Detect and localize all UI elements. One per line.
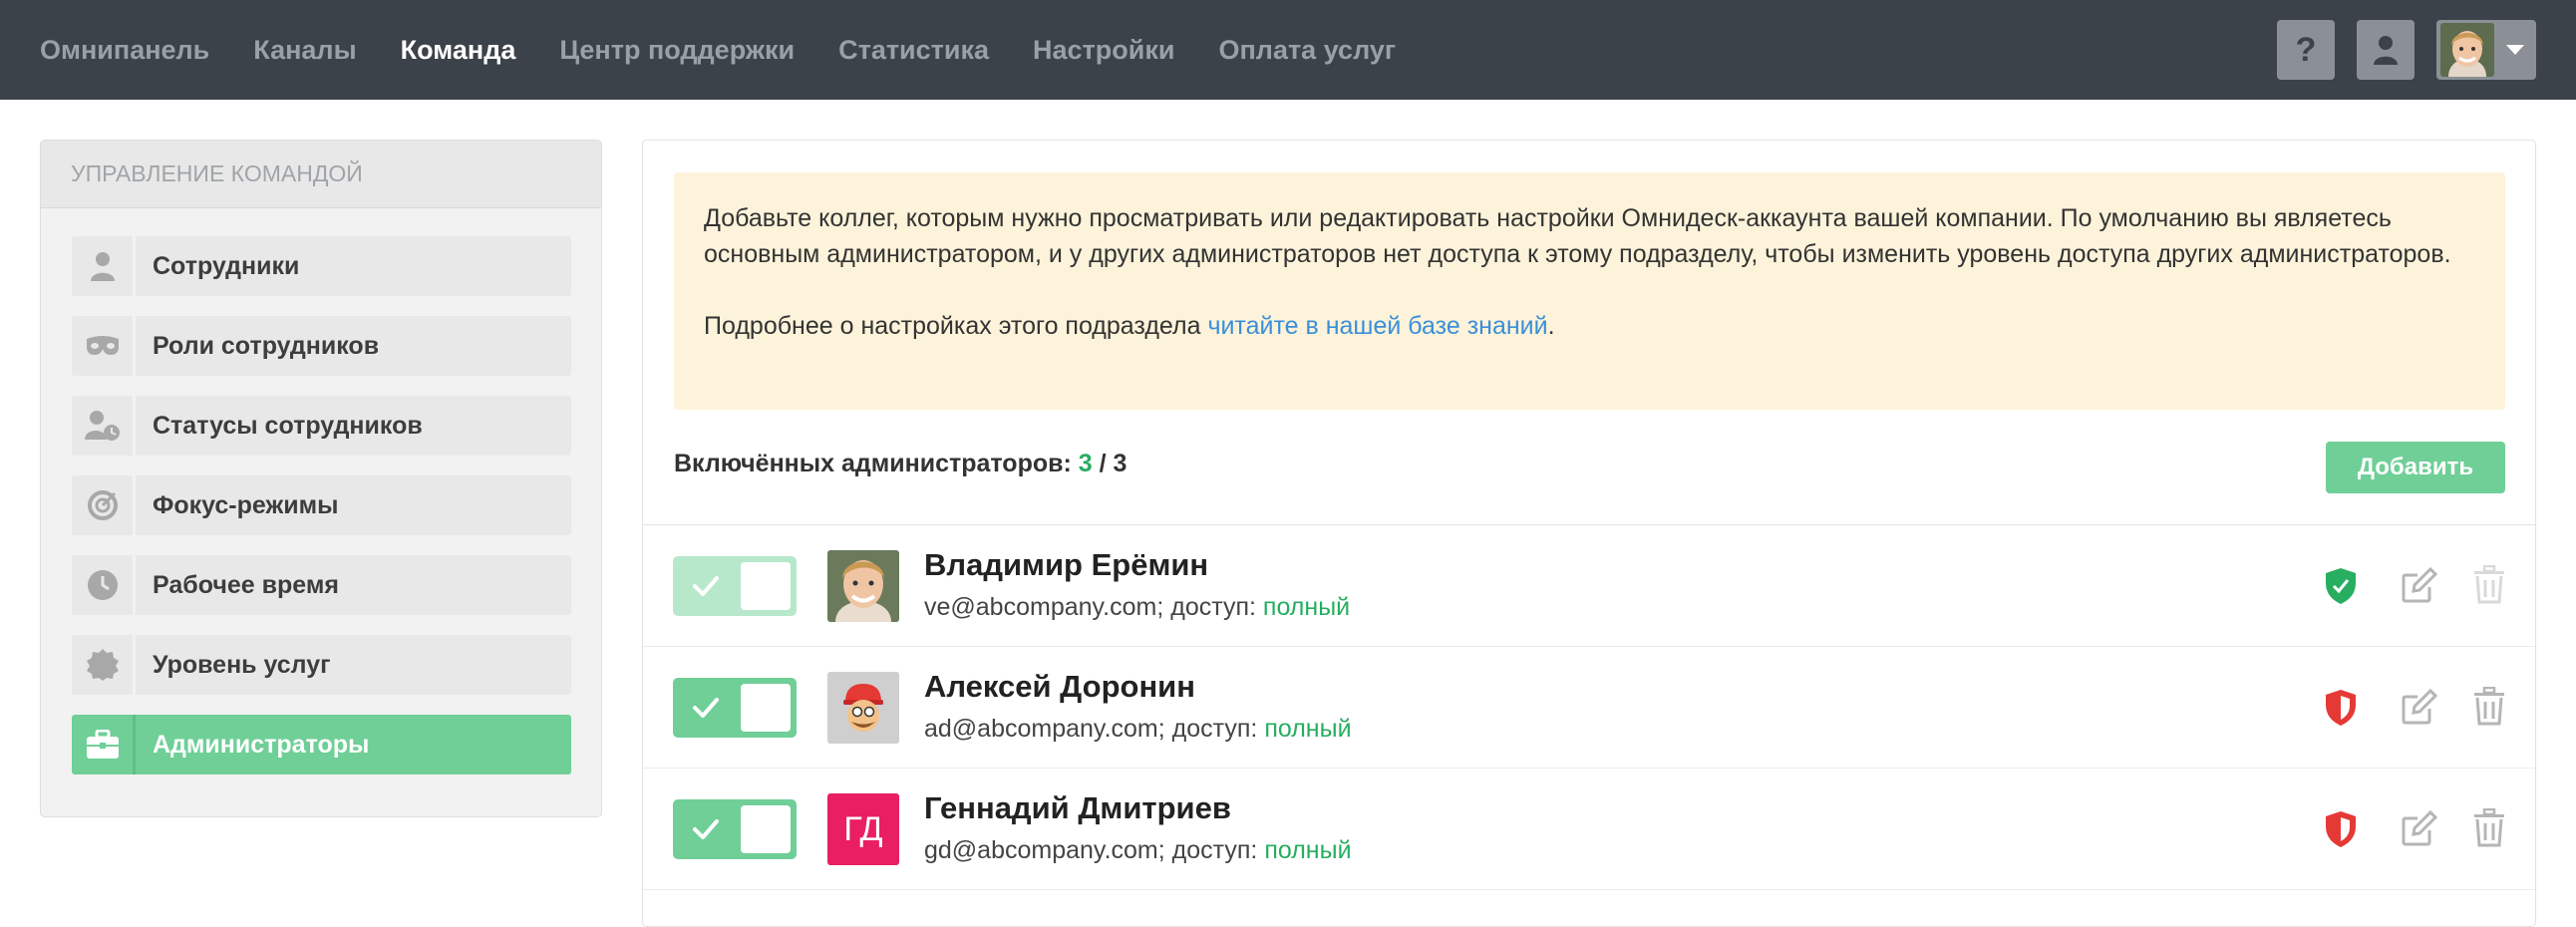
counter-enabled: 3 xyxy=(1078,450,1093,477)
admin-meta: ad@abcompany.com; доступ: полный xyxy=(924,715,1352,744)
toggle-knob xyxy=(741,562,791,610)
trash-icon[interactable] xyxy=(2472,808,2506,848)
admin-access: полный xyxy=(1262,593,1351,621)
sidebar-item-label: Администраторы xyxy=(153,730,370,759)
sidebar-item-label: Сотрудники xyxy=(153,251,300,280)
shield-half-icon[interactable] xyxy=(2324,810,2358,848)
counter-label: Включённых администраторов: xyxy=(674,450,1072,477)
sidebar-item-working-hours[interactable]: Рабочее время xyxy=(72,555,571,615)
notice-more-prefix: Подробнее о настройках этого подраздела xyxy=(704,312,1208,340)
trash-icon[interactable] xyxy=(2472,687,2506,727)
nav-statistics[interactable]: Статистика xyxy=(838,35,989,66)
sidebar-item-label: Статусы сотрудников xyxy=(153,411,423,440)
admin-row: Алексей Доронин ad@abcompany.com; доступ… xyxy=(643,647,2535,769)
edit-icon[interactable] xyxy=(2400,565,2439,605)
edit-icon[interactable] xyxy=(2400,808,2439,848)
add-admin-button[interactable]: Добавить xyxy=(2326,442,2505,493)
notice-more-suffix: . xyxy=(1547,312,1555,340)
sidebar-item-label: Рабочее время xyxy=(153,570,339,599)
clock-icon xyxy=(72,555,136,615)
check-icon xyxy=(693,819,719,839)
avatar-initials: ГД xyxy=(827,793,899,865)
admin-enabled-toggle[interactable] xyxy=(673,556,797,616)
notice-more: Подробнее о настройках этого подраздела … xyxy=(704,308,2475,344)
info-notice: Добавьте коллег, которым нужно просматри… xyxy=(674,172,2505,410)
notice-text: Добавьте коллег, которым нужно просматри… xyxy=(704,204,2451,268)
toggle-knob xyxy=(741,684,791,732)
sidebar-item-label: Уровень услуг xyxy=(153,650,331,679)
admin-email: gd@abcompany.com; доступ: xyxy=(924,836,1258,864)
admin-name: Владимир Ерёмин xyxy=(924,547,1209,582)
user-menu-button[interactable] xyxy=(2357,20,2415,80)
admin-access: полный xyxy=(1264,715,1352,743)
check-icon xyxy=(693,576,719,596)
sidebar-item-service-level[interactable]: Уровень услуг xyxy=(72,635,571,695)
avatar xyxy=(827,550,899,622)
admin-meta: ve@abcompany.com; доступ: полный xyxy=(924,593,1350,622)
admins-list: Владимир Ерёмин ve@abcompany.com; доступ… xyxy=(643,524,2535,890)
admin-email: ve@abcompany.com; доступ: xyxy=(924,593,1256,621)
mask-icon xyxy=(72,316,136,376)
sidebar-item-statuses[interactable]: Статусы сотрудников xyxy=(72,396,571,456)
user-icon xyxy=(2374,36,2398,65)
admin-name: Алексей Доронин xyxy=(924,669,1195,704)
administrators-panel: Добавьте коллег, которым нужно просматри… xyxy=(642,140,2536,927)
user-clock-icon xyxy=(72,396,136,456)
admin-meta: gd@abcompany.com; доступ: полный xyxy=(924,836,1352,865)
help-button[interactable]: ? xyxy=(2277,20,2335,80)
trash-icon[interactable] xyxy=(2472,565,2506,605)
shield-half-icon[interactable] xyxy=(2324,689,2358,727)
shield-check-icon[interactable] xyxy=(2324,567,2358,605)
nav-settings[interactable]: Настройки xyxy=(1033,35,1174,66)
sidebar-title: Управление командой xyxy=(41,141,601,208)
top-navbar: Омнипанель Каналы Команда Центр поддержк… xyxy=(0,0,2576,100)
admin-enabled-toggle[interactable] xyxy=(673,678,797,738)
counter-total: 3 xyxy=(1113,450,1127,477)
admin-enabled-toggle[interactable] xyxy=(673,799,797,859)
sidebar-item-label: Фокус-режимы xyxy=(153,490,339,519)
admin-row: ГД Геннадий Дмитриев gd@abcompany.com; д… xyxy=(643,769,2535,890)
help-icon: ? xyxy=(2295,30,2317,69)
nav-team[interactable]: Команда xyxy=(401,35,516,66)
admin-email: ad@abcompany.com; доступ: xyxy=(924,715,1258,743)
avatar xyxy=(827,672,899,744)
counter-separator: / xyxy=(1099,450,1107,477)
enabled-admins-counter: Включённых администраторов: 3 / 3 xyxy=(674,450,1127,478)
profile-menu-button[interactable] xyxy=(2436,20,2536,80)
briefcase-icon xyxy=(72,715,136,774)
edit-icon[interactable] xyxy=(2400,687,2439,727)
nav-billing[interactable]: Оплата услуг xyxy=(1218,35,1396,66)
toggle-knob xyxy=(741,805,791,853)
target-icon xyxy=(72,475,136,535)
main-nav: Омнипанель Каналы Команда Центр поддержк… xyxy=(40,0,1440,100)
sidebar-item-employees[interactable]: Сотрудники xyxy=(72,236,571,296)
sidebar-item-focus-modes[interactable]: Фокус-режимы xyxy=(72,475,571,535)
admin-name: Геннадий Дмитриев xyxy=(924,790,1231,825)
profile-avatar xyxy=(2440,23,2494,77)
knowledge-base-link[interactable]: читайте в нашей базе знаний xyxy=(1207,312,1547,340)
admin-row: Владимир Ерёмин ve@abcompany.com; доступ… xyxy=(643,525,2535,647)
check-icon xyxy=(693,698,719,718)
sidebar-item-administrators[interactable]: Администраторы xyxy=(72,715,571,774)
sidebar-item-roles[interactable]: Роли сотрудников xyxy=(72,316,571,376)
sidebar-item-label: Роли сотрудников xyxy=(153,331,380,360)
team-sidebar: Управление командой Сотрудники Роли сотр… xyxy=(40,140,602,817)
chevron-down-icon xyxy=(2506,45,2524,55)
nav-omnipanel[interactable]: Омнипанель xyxy=(40,35,209,66)
badge-icon xyxy=(72,635,136,695)
nav-support-center[interactable]: Центр поддержки xyxy=(559,35,795,66)
nav-channels[interactable]: Каналы xyxy=(253,35,356,66)
user-icon xyxy=(72,236,136,296)
admin-access: полный xyxy=(1264,836,1352,864)
